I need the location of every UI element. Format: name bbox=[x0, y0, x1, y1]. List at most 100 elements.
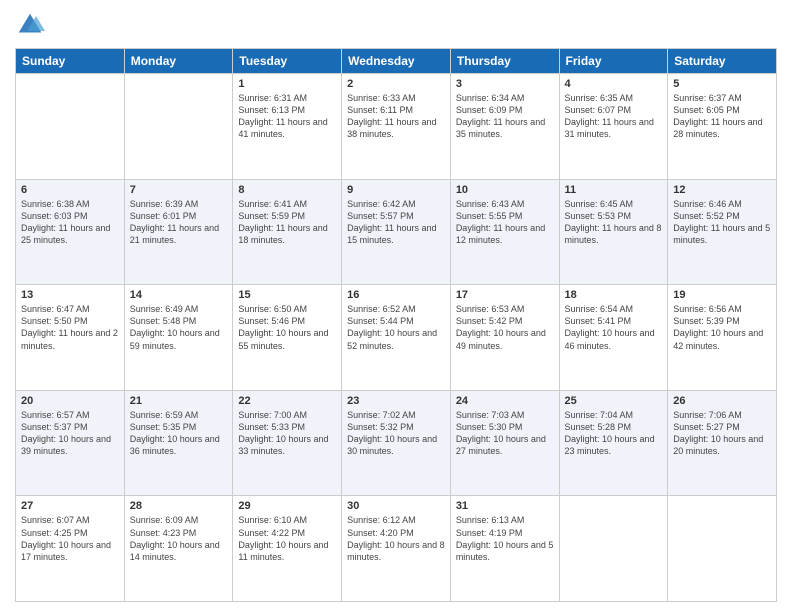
day-info: Sunrise: 6:52 AM Sunset: 5:44 PM Dayligh… bbox=[347, 303, 445, 352]
calendar-cell: 15 Sunrise: 6:50 AM Sunset: 5:46 PM Dayli… bbox=[233, 285, 342, 391]
day-number: 22 bbox=[238, 395, 336, 407]
day-info: Sunrise: 7:03 AM Sunset: 5:30 PM Dayligh… bbox=[456, 409, 554, 458]
header bbox=[15, 10, 777, 40]
calendar-cell: 6 Sunrise: 6:38 AM Sunset: 6:03 PM Daylig… bbox=[16, 179, 125, 285]
calendar-week-row: 1 Sunrise: 6:31 AM Sunset: 6:13 PM Daylig… bbox=[16, 74, 777, 180]
day-number: 24 bbox=[456, 395, 554, 407]
calendar-cell: 19 Sunrise: 6:56 AM Sunset: 5:39 PM Dayli… bbox=[668, 285, 777, 391]
day-info: Sunrise: 6:50 AM Sunset: 5:46 PM Dayligh… bbox=[238, 303, 336, 352]
day-info: Sunrise: 6:37 AM Sunset: 6:05 PM Dayligh… bbox=[673, 92, 771, 141]
calendar-cell: 20 Sunrise: 6:57 AM Sunset: 5:37 PM Dayli… bbox=[16, 390, 125, 496]
calendar-cell: 4 Sunrise: 6:35 AM Sunset: 6:07 PM Daylig… bbox=[559, 74, 668, 180]
calendar-cell: 10 Sunrise: 6:43 AM Sunset: 5:55 PM Dayli… bbox=[450, 179, 559, 285]
day-info: Sunrise: 7:02 AM Sunset: 5:32 PM Dayligh… bbox=[347, 409, 445, 458]
weekday-header-row: SundayMondayTuesdayWednesdayThursdayFrid… bbox=[16, 49, 777, 74]
day-number: 6 bbox=[21, 184, 119, 196]
day-info: Sunrise: 6:54 AM Sunset: 5:41 PM Dayligh… bbox=[565, 303, 663, 352]
day-info: Sunrise: 7:04 AM Sunset: 5:28 PM Dayligh… bbox=[565, 409, 663, 458]
day-info: Sunrise: 6:39 AM Sunset: 6:01 PM Dayligh… bbox=[130, 198, 228, 247]
calendar-cell: 18Sunrise: 6:54 AM Sunset: 5:41 PM Dayli… bbox=[559, 285, 668, 391]
calendar-cell: 13 Sunrise: 6:47 AM Sunset: 5:50 PM Dayli… bbox=[16, 285, 125, 391]
day-number: 9 bbox=[347, 184, 445, 196]
day-info: Sunrise: 6:46 AM Sunset: 5:52 PM Dayligh… bbox=[673, 198, 771, 247]
day-info: Sunrise: 6:53 AM Sunset: 5:42 PM Dayligh… bbox=[456, 303, 554, 352]
page: SundayMondayTuesdayWednesdayThursdayFrid… bbox=[0, 0, 792, 612]
calendar-cell: 11 Sunrise: 6:45 AM Sunset: 5:53 PM Dayli… bbox=[559, 179, 668, 285]
day-info: Sunrise: 6:41 AM Sunset: 5:59 PM Dayligh… bbox=[238, 198, 336, 247]
calendar-cell: 22Sunrise: 7:00 AM Sunset: 5:33 PM Dayli… bbox=[233, 390, 342, 496]
day-number: 15 bbox=[238, 289, 336, 301]
calendar-cell: 9 Sunrise: 6:42 AM Sunset: 5:57 PM Daylig… bbox=[342, 179, 451, 285]
day-info: Sunrise: 6:07 AM Sunset: 4:25 PM Dayligh… bbox=[21, 514, 119, 563]
calendar-table: SundayMondayTuesdayWednesdayThursdayFrid… bbox=[15, 48, 777, 602]
calendar-cell: 14 Sunrise: 6:49 AM Sunset: 5:48 PM Dayli… bbox=[124, 285, 233, 391]
day-info: Sunrise: 6:49 AM Sunset: 5:48 PM Dayligh… bbox=[130, 303, 228, 352]
calendar-week-row: 27 Sunrise: 6:07 AM Sunset: 4:25 PM Dayli… bbox=[16, 496, 777, 602]
day-number: 23 bbox=[347, 395, 445, 407]
day-info: Sunrise: 6:09 AM Sunset: 4:23 PM Dayligh… bbox=[130, 514, 228, 563]
weekday-header: Tuesday bbox=[233, 49, 342, 74]
day-info: Sunrise: 7:06 AM Sunset: 5:27 PM Dayligh… bbox=[673, 409, 771, 458]
day-number: 11 bbox=[565, 184, 663, 196]
calendar-week-row: 13 Sunrise: 6:47 AM Sunset: 5:50 PM Dayli… bbox=[16, 285, 777, 391]
calendar-cell: 16 Sunrise: 6:52 AM Sunset: 5:44 PM Dayli… bbox=[342, 285, 451, 391]
day-number: 27 bbox=[21, 500, 119, 512]
day-info: Sunrise: 6:33 AM Sunset: 6:11 PM Dayligh… bbox=[347, 92, 445, 141]
day-info: Sunrise: 6:57 AM Sunset: 5:37 PM Dayligh… bbox=[21, 409, 119, 458]
calendar-cell bbox=[16, 74, 125, 180]
day-number: 10 bbox=[456, 184, 554, 196]
calendar-cell bbox=[668, 496, 777, 602]
day-number: 26 bbox=[673, 395, 771, 407]
weekday-header: Monday bbox=[124, 49, 233, 74]
day-number: 25 bbox=[565, 395, 663, 407]
day-number: 28 bbox=[130, 500, 228, 512]
day-number: 31 bbox=[456, 500, 554, 512]
calendar-cell: 26 Sunrise: 7:06 AM Sunset: 5:27 PM Dayli… bbox=[668, 390, 777, 496]
day-number: 4 bbox=[565, 78, 663, 90]
calendar-cell: 21 Sunrise: 6:59 AM Sunset: 5:35 PM Dayli… bbox=[124, 390, 233, 496]
calendar-cell: 31Sunrise: 6:13 AM Sunset: 4:19 PM Dayli… bbox=[450, 496, 559, 602]
day-info: Sunrise: 6:31 AM Sunset: 6:13 PM Dayligh… bbox=[238, 92, 336, 141]
weekday-header: Sunday bbox=[16, 49, 125, 74]
day-info: Sunrise: 6:56 AM Sunset: 5:39 PM Dayligh… bbox=[673, 303, 771, 352]
day-info: Sunrise: 6:38 AM Sunset: 6:03 PM Dayligh… bbox=[21, 198, 119, 247]
day-number: 16 bbox=[347, 289, 445, 301]
day-number: 1 bbox=[238, 78, 336, 90]
logo-icon bbox=[15, 10, 45, 40]
weekday-header: Saturday bbox=[668, 49, 777, 74]
calendar-cell: 27 Sunrise: 6:07 AM Sunset: 4:25 PM Dayli… bbox=[16, 496, 125, 602]
day-info: Sunrise: 6:45 AM Sunset: 5:53 PM Dayligh… bbox=[565, 198, 663, 247]
calendar-week-row: 6 Sunrise: 6:38 AM Sunset: 6:03 PM Daylig… bbox=[16, 179, 777, 285]
logo bbox=[15, 10, 49, 40]
calendar-cell bbox=[559, 496, 668, 602]
day-info: Sunrise: 6:35 AM Sunset: 6:07 PM Dayligh… bbox=[565, 92, 663, 141]
day-info: Sunrise: 6:59 AM Sunset: 5:35 PM Dayligh… bbox=[130, 409, 228, 458]
calendar-cell: 30Sunrise: 6:12 AM Sunset: 4:20 PM Dayli… bbox=[342, 496, 451, 602]
day-number: 19 bbox=[673, 289, 771, 301]
calendar-cell: 8 Sunrise: 6:41 AM Sunset: 5:59 PM Daylig… bbox=[233, 179, 342, 285]
calendar-cell: 3Sunrise: 6:34 AM Sunset: 6:09 PM Daylig… bbox=[450, 74, 559, 180]
day-info: Sunrise: 6:34 AM Sunset: 6:09 PM Dayligh… bbox=[456, 92, 554, 141]
calendar-cell: 23 Sunrise: 7:02 AM Sunset: 5:32 PM Dayli… bbox=[342, 390, 451, 496]
day-number: 5 bbox=[673, 78, 771, 90]
calendar-week-row: 20 Sunrise: 6:57 AM Sunset: 5:37 PM Dayli… bbox=[16, 390, 777, 496]
day-number: 14 bbox=[130, 289, 228, 301]
calendar-cell bbox=[124, 74, 233, 180]
day-number: 29 bbox=[238, 500, 336, 512]
day-info: Sunrise: 6:47 AM Sunset: 5:50 PM Dayligh… bbox=[21, 303, 119, 352]
calendar-cell: 25 Sunrise: 7:04 AM Sunset: 5:28 PM Dayli… bbox=[559, 390, 668, 496]
calendar-cell: 17 Sunrise: 6:53 AM Sunset: 5:42 PM Dayli… bbox=[450, 285, 559, 391]
day-number: 12 bbox=[673, 184, 771, 196]
day-number: 21 bbox=[130, 395, 228, 407]
calendar-cell: 24 Sunrise: 7:03 AM Sunset: 5:30 PM Dayli… bbox=[450, 390, 559, 496]
day-number: 13 bbox=[21, 289, 119, 301]
calendar-cell: 1 Sunrise: 6:31 AM Sunset: 6:13 PM Daylig… bbox=[233, 74, 342, 180]
day-number: 17 bbox=[456, 289, 554, 301]
day-info: Sunrise: 6:43 AM Sunset: 5:55 PM Dayligh… bbox=[456, 198, 554, 247]
day-info: Sunrise: 6:42 AM Sunset: 5:57 PM Dayligh… bbox=[347, 198, 445, 247]
calendar-cell: 29Sunrise: 6:10 AM Sunset: 4:22 PM Dayli… bbox=[233, 496, 342, 602]
day-number: 8 bbox=[238, 184, 336, 196]
calendar-cell: 2Sunrise: 6:33 AM Sunset: 6:11 PM Daylig… bbox=[342, 74, 451, 180]
day-number: 20 bbox=[21, 395, 119, 407]
calendar-cell: 5 Sunrise: 6:37 AM Sunset: 6:05 PM Daylig… bbox=[668, 74, 777, 180]
